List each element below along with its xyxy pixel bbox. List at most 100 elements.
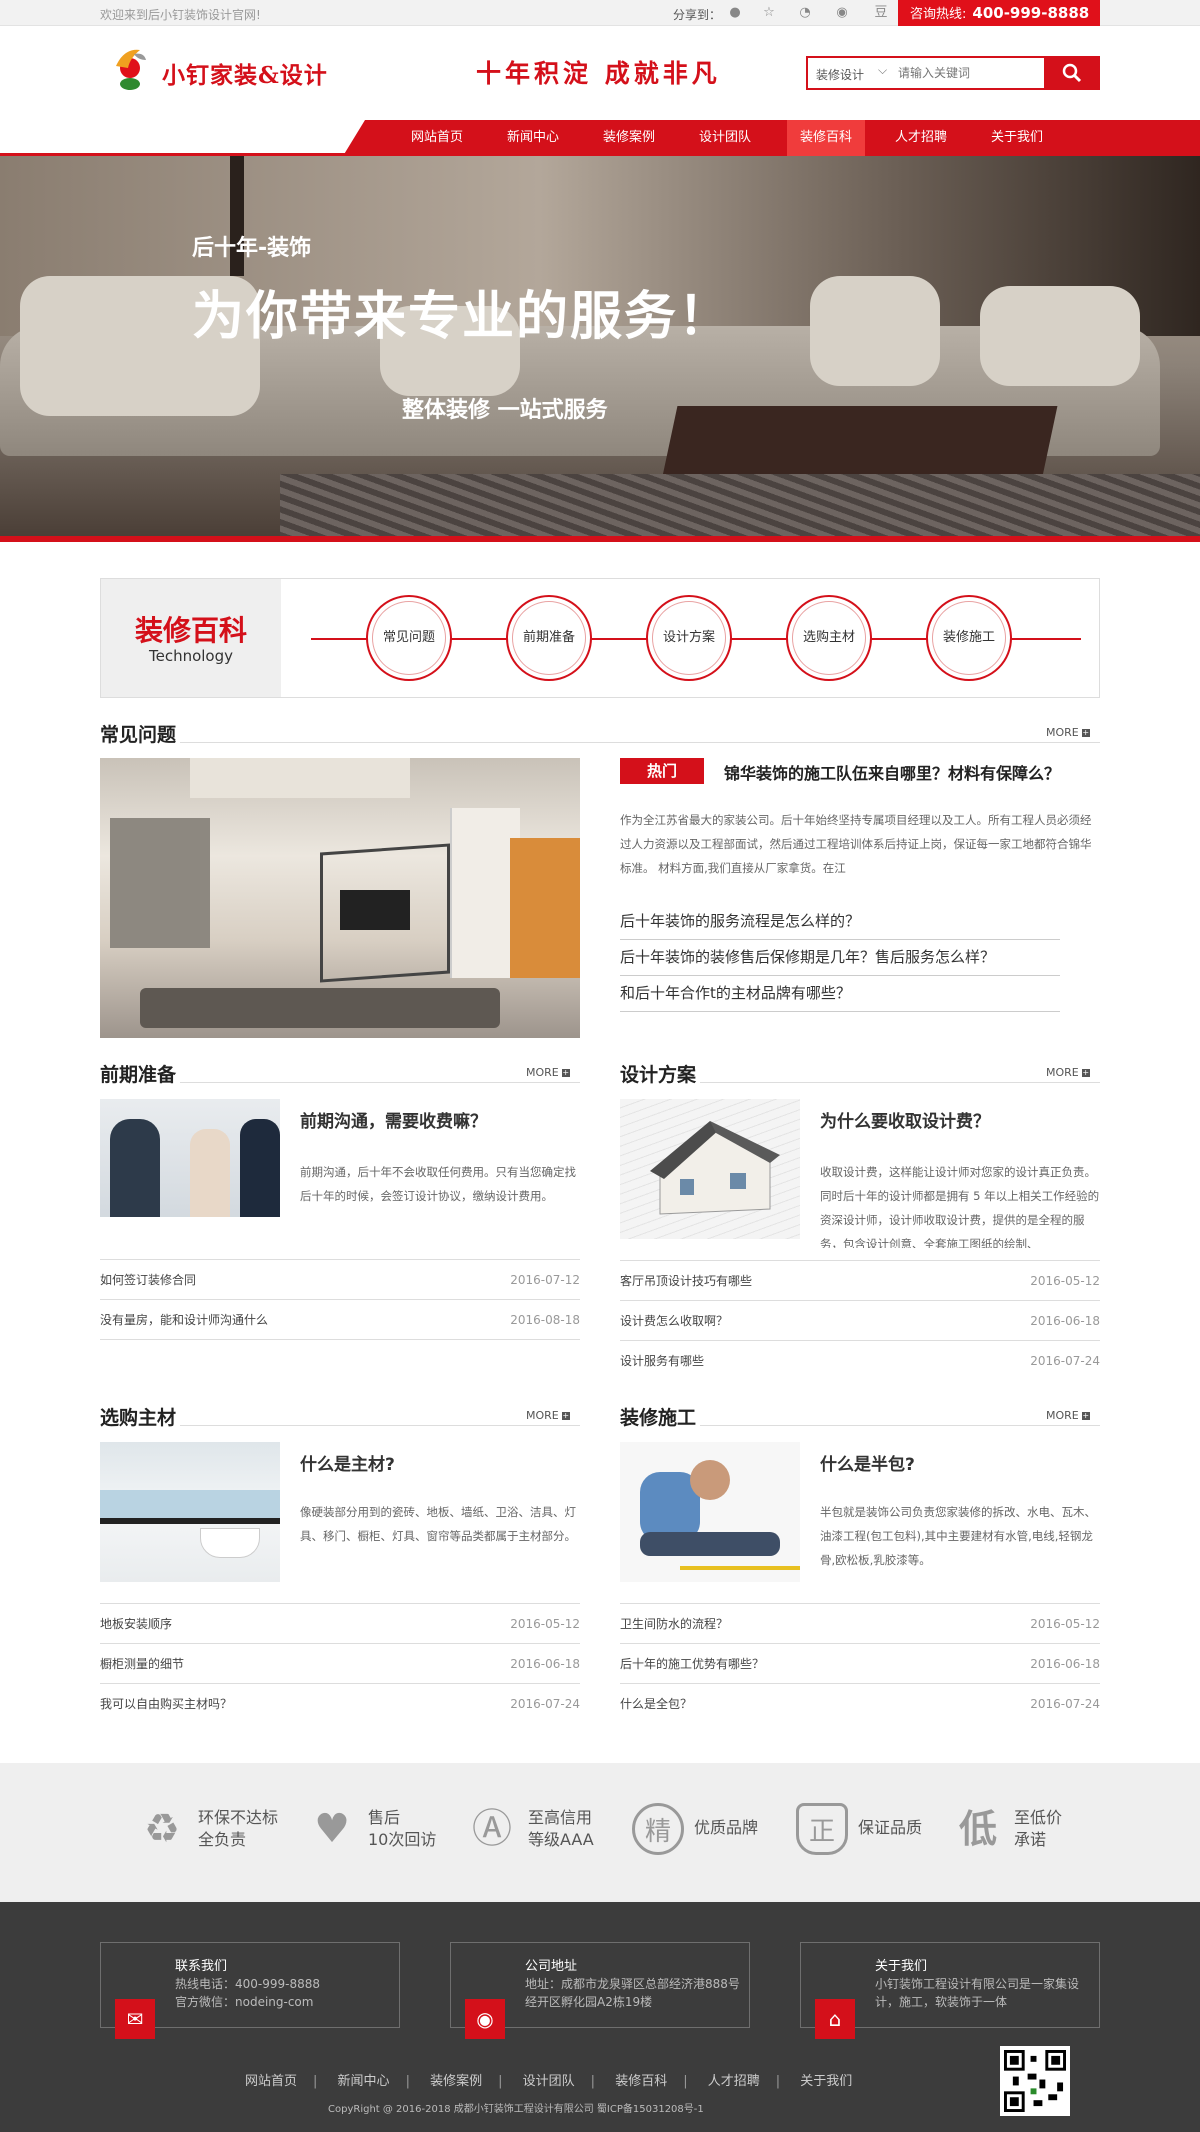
category-circle-design[interactable]: 设计方案 (646, 595, 732, 681)
faq-more-link[interactable]: MORE + (1046, 726, 1090, 739)
logo-text: 小钉家装&设计 (162, 62, 328, 89)
site-logo[interactable]: 小钉家装&设计 (110, 46, 330, 96)
share-label: 分享到： (673, 8, 722, 22)
header-slogan: 十年积淀 成就非凡 (476, 59, 721, 88)
material-more-link[interactable]: MORE + (526, 1409, 570, 1422)
footer-link-about[interactable]: 关于我们 (800, 2074, 852, 2089)
list-item[interactable]: 后十年的施工优势有哪些？ 2016-06-18 (620, 1643, 1100, 1683)
banner-headline: 为你带来专业的服务！ (192, 287, 733, 347)
footer-address-title: 公司地址 (525, 1959, 578, 1974)
hotline-label: 咨询热线: (910, 7, 967, 22)
hot-question-title[interactable]: 锦华装饰的施工队伍来自哪里？材料有保障么？ (724, 760, 1060, 784)
nav-item-team[interactable]: 设计团队 (687, 120, 763, 156)
material-card-desc: 像硬装部分用到的瓷砖、地板、墙纸、卫浴、洁具、灯具、移门、橱柜、灯具、窗帘等品类… (300, 1505, 576, 1543)
douban-icon[interactable]: 豆 (873, 5, 889, 21)
heart-icon: ♥ (314, 1806, 350, 1852)
nav-item-cases[interactable]: 装修案例 (591, 120, 667, 156)
construction-more-link[interactable]: MORE + (1046, 1409, 1090, 1422)
house-model-image (650, 1121, 780, 1215)
list-item[interactable]: 橱柜测量的细节 2016-06-18 (100, 1643, 580, 1683)
footer-link-encyclopedia[interactable]: 装修百科 (615, 2074, 667, 2089)
search-button[interactable] (1044, 56, 1100, 90)
nav-item-about[interactable]: 关于我们 (979, 120, 1055, 156)
faq-question-item[interactable]: 和后十年合作t的主材品牌有哪些？ (620, 976, 1060, 1012)
list-item[interactable]: 什么是全包？ 2016-07-24 (620, 1683, 1100, 1723)
weibo-icon[interactable]: ◉ (834, 5, 850, 21)
prep-card-title[interactable]: 前期沟通，需要收费嘛？ (300, 1107, 487, 1132)
footer-contact-box: 联系我们 热线电话：400-999-8888 官方微信：nodeing-com ✉ (100, 1942, 400, 2039)
footer: 联系我们 热线电话：400-999-8888 官方微信：nodeing-com ✉… (0, 1902, 1200, 2132)
material-image[interactable] (100, 1442, 280, 1582)
footer-link-news[interactable]: 新闻中心 (338, 2074, 390, 2089)
list-item[interactable]: 没有量房，能和设计师沟通什么 2016-08-18 (100, 1299, 580, 1339)
material-section-title: 选购主材 (100, 1407, 177, 1429)
quality-seal-icon: 精 (632, 1803, 684, 1855)
banner-divider (0, 536, 1200, 542)
nav-item-jobs[interactable]: 人才招聘 (883, 120, 959, 156)
list-item[interactable]: 卫生间防水的流程？ 2016-05-12 (620, 1603, 1100, 1643)
list-item[interactable]: 设计服务有哪些 2016-07-24 (620, 1340, 1100, 1380)
search-category-select[interactable]: 装修设计 (816, 66, 864, 83)
prep-image[interactable] (100, 1099, 280, 1239)
hotline-badge: 咨询热线: 400-999-8888 (898, 0, 1100, 26)
list-item[interactable]: 设计费怎么收取啊？ 2016-06-18 (620, 1300, 1100, 1340)
qr-code-image (1000, 2046, 1070, 2116)
list-item[interactable]: 我可以自由购买主材吗？ 2016-07-24 (100, 1683, 580, 1723)
nav-item-encyclopedia[interactable]: 装修百科 (787, 120, 865, 156)
hot-tag: 热门 (620, 758, 704, 784)
category-circle-construction[interactable]: 装修施工 (926, 595, 1012, 681)
footer-address-box: 公司地址 地址：成都市龙泉驿区总部经济港888号经开区孵化园A2栋19楼 ◉ (450, 1942, 750, 2039)
list-item[interactable]: 客厅吊顶设计技巧有哪些 2016-05-12 (620, 1260, 1100, 1300)
footer-hotline: 热线电话：400-999-8888 (175, 1977, 321, 1991)
chevron-down-icon[interactable]: ⌵ (878, 63, 887, 78)
category-circle-prep[interactable]: 前期准备 (506, 595, 592, 681)
top-bar: 欢迎来到后小钉装饰设计官网! 分享到： ● ☆ ◔ ◉ 豆 咨询热线: 400-9… (0, 0, 1200, 26)
faq-question-item[interactable]: 后十年装饰的装修售后保修期是几年？售后服务怎么样？ (620, 940, 1060, 976)
plus-icon: + (561, 1411, 570, 1420)
low-price-icon: 低 (958, 1807, 997, 1851)
category-circle-faq[interactable]: 常见问题 (366, 595, 452, 681)
footer-link-jobs[interactable]: 人才招聘 (708, 2074, 760, 2089)
hotline-number: 400-999-8888 (972, 4, 1090, 22)
list-item[interactable]: 地板安装顺序 2016-05-12 (100, 1603, 580, 1643)
footer-contact-title: 联系我们 (175, 1959, 228, 1974)
search-input[interactable] (898, 62, 1040, 84)
construction-card-title[interactable]: 什么是半包? (820, 1450, 915, 1475)
category-circle-materials[interactable]: 选购主材 (786, 595, 872, 681)
material-card-title[interactable]: 什么是主材? (300, 1450, 395, 1475)
encyclopedia-subtitle: Technology (148, 647, 234, 665)
list-item[interactable]: 如何签订装修合同 2016-07-12 (100, 1259, 580, 1299)
footer-link-home[interactable]: 网站首页 (245, 2074, 297, 2089)
wechat-icon: ✉ (115, 1999, 155, 2039)
encyclopedia-title: 装修百科 (134, 614, 247, 647)
faq-question-item[interactable]: 后十年装饰的服务流程是怎么样的？ (620, 904, 1060, 940)
encyclopedia-title-block: 装修百科 Technology (101, 579, 281, 697)
footer-wechat: 官方微信：nodeing-com (175, 1995, 314, 2009)
banner-subtitle: 后十年-装饰 (192, 236, 312, 261)
nav-item-news[interactable]: 新闻中心 (495, 120, 571, 156)
eye-icon: ◉ (465, 1999, 505, 2039)
design-more-link[interactable]: MORE + (1046, 1066, 1090, 1079)
prep-card-desc: 前期沟通，后十年不会收取任何费用。只有当您确定找后十年的时候，会签订设计协议，缴… (300, 1165, 576, 1203)
wechat-icon[interactable]: ◔ (797, 5, 813, 21)
plus-icon: + (1081, 1068, 1090, 1077)
prep-more-link[interactable]: MORE + (526, 1066, 570, 1079)
main-nav: 网站首页 新闻中心 装修案例 设计团队 装修百科 人才招聘 关于我们 (343, 120, 1200, 156)
design-card-title[interactable]: 为什么要收取设计费？ (820, 1107, 990, 1132)
star-icon[interactable]: ☆ (761, 5, 777, 21)
construction-image[interactable] (620, 1442, 800, 1582)
design-image[interactable] (620, 1099, 800, 1239)
nav-item-home[interactable]: 网站首页 (399, 120, 475, 156)
search-icon (1062, 63, 1082, 83)
footer-link-cases[interactable]: 装修案例 (430, 2074, 482, 2089)
plus-icon: + (561, 1068, 570, 1077)
search-box: 装修设计 ⌵ (806, 56, 1100, 90)
recycle-icon: ♻ (144, 1806, 180, 1852)
hot-question-desc: 作为全江苏省最大的家装公司。后十年始终坚持专属项目经理以及工人。所有工程人员必须… (620, 813, 1092, 875)
hero-banner[interactable]: 后十年-装饰 为你带来专业的服务！ 整体装修 一站式服务 (0, 156, 1200, 538)
plus-icon: + (1081, 728, 1090, 737)
qq-icon[interactable]: ● (727, 5, 743, 21)
faq-section-title: 常见问题 (100, 724, 177, 746)
footer-link-team[interactable]: 设计团队 (523, 2074, 575, 2089)
faq-image[interactable] (100, 758, 580, 1038)
